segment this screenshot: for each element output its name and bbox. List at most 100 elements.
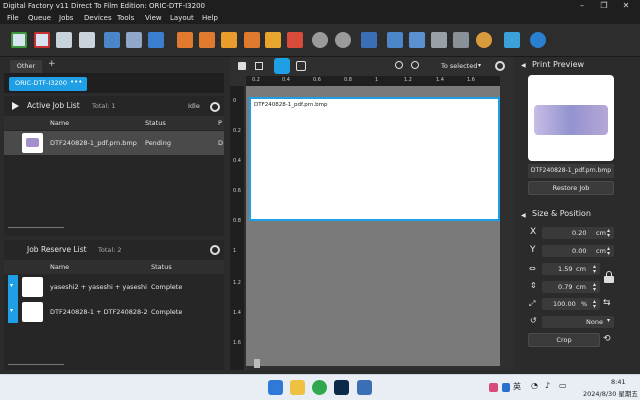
move-up-icon[interactable] <box>199 32 215 48</box>
rotate-select[interactable]: None ▾ <box>542 316 614 328</box>
grid-icon[interactable] <box>255 62 263 70</box>
taskbar: 英 ◔ ♪ ▭ 8:41 2024/8/30 星期五 <box>0 374 640 400</box>
crop-button[interactable]: Crop <box>528 333 600 347</box>
x-position-field[interactable]: 0.20 cm ▴ ▾ <box>542 227 614 239</box>
y-position-field[interactable]: 0.00 cm ▴ ▾ <box>542 245 614 257</box>
job-pause-icon[interactable] <box>79 32 95 48</box>
file-explorer-icon[interactable] <box>290 380 305 395</box>
move-top-icon[interactable] <box>177 32 193 48</box>
volume-icon[interactable]: ♪ <box>545 381 550 390</box>
move-bottom-icon[interactable] <box>244 32 260 48</box>
tray-app-icon[interactable] <box>489 383 498 392</box>
more-icon[interactable]: ••• <box>70 78 82 86</box>
horizontal-scrollbar[interactable] <box>8 227 64 228</box>
add-job-icon[interactable] <box>11 32 27 48</box>
compass-icon[interactable] <box>530 32 546 48</box>
bluetooth-icon[interactable] <box>502 383 510 392</box>
list-item[interactable]: ▾ DTF240828-1 + DTF240828-2 Complete <box>4 300 224 324</box>
chevron-down-icon[interactable]: ▾ <box>478 62 481 69</box>
digital-factory-icon[interactable] <box>357 380 372 395</box>
job-settings-icon[interactable] <box>56 32 72 48</box>
language-indicator[interactable]: 英 <box>513 381 521 392</box>
devices-icon[interactable] <box>387 32 403 48</box>
gear-icon[interactable] <box>210 102 220 112</box>
merge-icon[interactable] <box>287 32 303 48</box>
zoom-mode-select[interactable]: To selected <box>441 62 477 70</box>
width-value: 1.59 <box>558 265 573 273</box>
zoom-in-icon[interactable] <box>395 61 403 69</box>
gear-icon[interactable] <box>210 245 220 255</box>
menu-queue[interactable]: Queue <box>28 12 51 24</box>
close-button[interactable]: ✕ <box>616 0 636 12</box>
move-down-icon[interactable] <box>221 32 237 48</box>
fit-view-icon[interactable] <box>274 58 290 74</box>
wifi-icon[interactable]: ◔ <box>531 381 538 390</box>
table-row[interactable]: DTF240828-1_pdf.prn.bmp Pending D <box>4 131 224 155</box>
chevron-left-icon[interactable]: ◀ <box>521 212 526 219</box>
menu-view[interactable]: View <box>145 12 162 24</box>
menu-file[interactable]: File <box>7 12 19 24</box>
job-extra: D <box>218 139 224 147</box>
chevron-down-icon[interactable]: ▾ <box>10 282 13 289</box>
duplicate-icon[interactable] <box>104 32 120 48</box>
height-field[interactable]: 0.79 cm ▴ ▾ <box>542 281 600 293</box>
clock-date: 2024/8/30 星期五 <box>583 390 638 398</box>
list-item[interactable]: ▾ yaseshi2 + yaseshi + yaseshi ... Compl… <box>4 275 224 299</box>
rotate-icon: ↺ <box>530 316 537 325</box>
scale-field[interactable]: 100.00 % ▴ ▾ <box>542 298 600 310</box>
gear-icon[interactable] <box>495 61 505 71</box>
remove-job-icon[interactable] <box>34 32 50 48</box>
print-sheet[interactable]: DTF240828-1_pdf.prn.bmp <box>249 97 500 221</box>
column-status[interactable]: Status <box>145 119 166 127</box>
menu-jobs[interactable]: Jobs <box>59 12 73 24</box>
width-field[interactable]: 1.59 cm ▴ ▾ <box>542 263 600 275</box>
settings-icon[interactable] <box>312 32 328 48</box>
play-icon[interactable] <box>12 102 19 110</box>
battery-icon[interactable]: ▭ <box>559 381 567 390</box>
menu-help[interactable]: Help <box>202 12 218 24</box>
menu-layout[interactable]: Layout <box>170 12 194 24</box>
add-tab-icon[interactable]: + <box>48 59 56 69</box>
print-icon[interactable] <box>126 32 142 48</box>
snap-icon[interactable] <box>296 61 306 71</box>
y-position-icon: Y <box>530 245 536 255</box>
lock-icon[interactable] <box>604 271 614 283</box>
column-name[interactable]: Name <box>50 263 69 271</box>
column-extra[interactable]: P <box>218 119 222 127</box>
reset-crop-icon[interactable]: ⟲ <box>603 334 611 344</box>
column-name[interactable]: Name <box>50 119 69 127</box>
palette-icon[interactable] <box>476 32 492 48</box>
menu-tools[interactable]: Tools <box>117 12 134 24</box>
minimize-button[interactable]: – <box>572 0 592 12</box>
height-value: 0.79 <box>558 283 573 291</box>
chevron-down-icon[interactable]: ▾ <box>10 307 13 314</box>
cancel-icon[interactable] <box>335 32 351 48</box>
zoom-out-icon[interactable] <box>411 61 419 69</box>
preview-file-name: DTF240828-1_pdf.prn.bmp <box>528 164 614 178</box>
split-icon[interactable] <box>265 32 281 48</box>
browser-icon[interactable] <box>312 380 327 395</box>
job-reserve-list-panel: Job Reserve List Total: 2 Name Status ▾ … <box>4 240 224 370</box>
active-printer-tab[interactable]: ORIC-DTF-I3200 ••• <box>9 77 87 91</box>
queue-stop-icon[interactable] <box>361 32 377 48</box>
photoshop-icon[interactable] <box>334 380 349 395</box>
column-status[interactable]: Status <box>151 263 172 271</box>
ruler-tick-label: 1.2 <box>233 280 241 286</box>
horizontal-scrollbar[interactable] <box>8 364 64 365</box>
scroll-handle[interactable] <box>254 359 260 368</box>
maximize-button[interactable]: ❐ <box>594 0 614 12</box>
preview-thumbnail <box>528 75 614 161</box>
document-icon[interactable] <box>148 32 164 48</box>
menu-devices[interactable]: Devices <box>84 12 112 24</box>
printer-device-icon[interactable] <box>431 32 447 48</box>
restore-job-button[interactable]: Restore Job <box>528 181 614 195</box>
start-icon[interactable] <box>268 380 283 395</box>
swap-icon[interactable]: ⇆ <box>603 298 611 308</box>
monitor-icon[interactable] <box>504 32 520 48</box>
layout-icon[interactable] <box>409 32 425 48</box>
print-icon[interactable] <box>238 62 246 70</box>
chevron-down-icon[interactable]: ▾ <box>607 317 610 324</box>
network-icon[interactable] <box>453 32 469 48</box>
tab-other[interactable]: Other <box>10 60 42 73</box>
chevron-left-icon[interactable]: ◀ <box>521 62 526 69</box>
